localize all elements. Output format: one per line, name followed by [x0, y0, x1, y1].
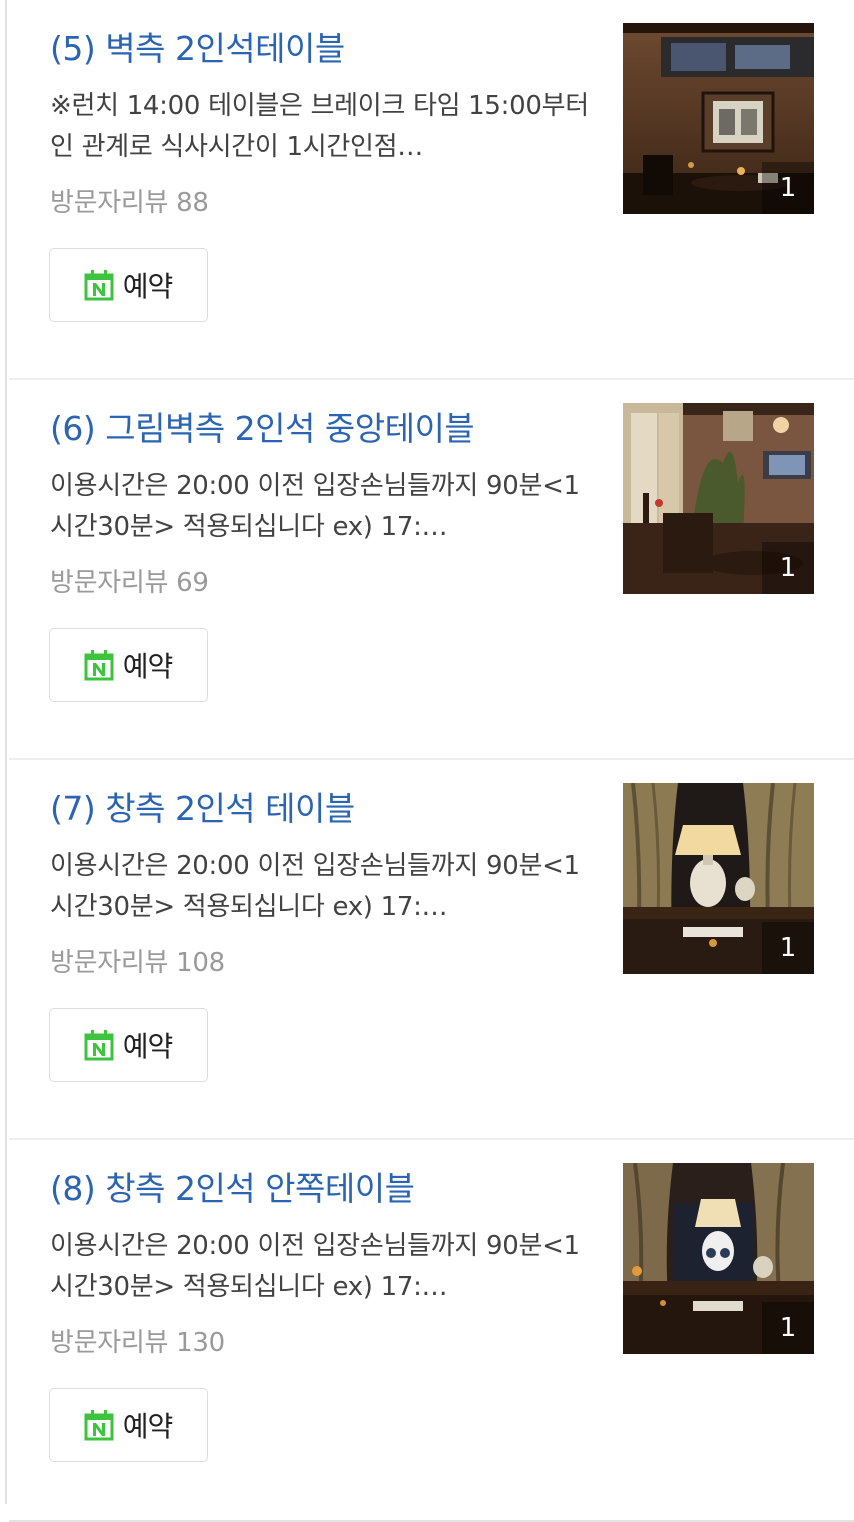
- list-item: (8) 창측 2인석 안쪽테이블 이용시간은 20:00 이전 입장손님들까지 …: [9, 1140, 854, 1522]
- photo-count: 1: [762, 542, 814, 594]
- item-title[interactable]: (7) 창측 2인석 테이블: [50, 786, 590, 832]
- item-title[interactable]: (6) 그림벽측 2인석 중앙테이블: [50, 406, 590, 452]
- item-description: 이용시간은 20:00 이전 입장손님들까지 90분<1시간30분> 적용되십니…: [50, 851, 580, 922]
- reserve-label: 예약: [122, 1030, 174, 1063]
- list-item: (5) 벽측 2인석테이블 ※런치 14:00 테이블은 브레이크 타임 15:…: [9, 0, 854, 380]
- item-description: 이용시간은 20:00 이전 입장손님들까지 90분<1시간30분> 적용되십니…: [50, 471, 580, 542]
- review-count: 69: [176, 568, 209, 598]
- reserve-button[interactable]: 예약: [49, 1388, 208, 1462]
- visitor-review: 방문자리뷰 108: [50, 945, 225, 981]
- list-item: (7) 창측 2인석 테이블 이용시간은 20:00 이전 입장손님들까지 90…: [9, 760, 854, 1140]
- reserve-button[interactable]: 예약: [49, 628, 208, 702]
- naver-booking-calendar-icon: [83, 1029, 115, 1061]
- photo-count: 1: [762, 162, 814, 214]
- naver-booking-calendar-icon: [83, 1409, 115, 1441]
- item-description: ※런치 14:00 테이블은 브레이크 타임 15:00부터인 관계로 식사시간…: [50, 91, 589, 162]
- naver-booking-calendar-icon: [83, 649, 115, 681]
- review-count: 108: [176, 948, 225, 978]
- item-title[interactable]: (8) 창측 2인석 안쪽테이블: [50, 1166, 590, 1212]
- left-border: [0, 0, 7, 1504]
- item-photo[interactable]: 1: [623, 23, 814, 214]
- list-item: (6) 그림벽측 2인석 중앙테이블 이용시간은 20:00 이전 입장손님들까…: [9, 380, 854, 760]
- item-photo[interactable]: 1: [623, 1163, 814, 1354]
- reserve-label: 예약: [122, 270, 174, 303]
- photo-count: 1: [762, 922, 814, 974]
- review-count: 88: [176, 188, 209, 218]
- photo-count: 1: [762, 1302, 814, 1354]
- review-label: 방문자리뷰: [50, 1328, 169, 1358]
- reserve-label: 예약: [122, 1410, 174, 1443]
- reserve-label: 예약: [122, 650, 174, 683]
- item-photo[interactable]: 1: [623, 783, 814, 974]
- item-title[interactable]: (5) 벽측 2인석테이블: [50, 26, 590, 72]
- reserve-button[interactable]: 예약: [49, 248, 208, 322]
- review-label: 방문자리뷰: [50, 948, 169, 978]
- item-photo[interactable]: 1: [623, 403, 814, 594]
- review-label: 방문자리뷰: [50, 188, 169, 218]
- visitor-review: 방문자리뷰 130: [50, 1325, 225, 1361]
- review-label: 방문자리뷰: [50, 568, 169, 598]
- table-option-list: (5) 벽측 2인석테이블 ※런치 14:00 테이블은 브레이크 타임 15:…: [9, 0, 854, 1522]
- naver-booking-calendar-icon: [83, 269, 115, 301]
- item-description: 이용시간은 20:00 이전 입장손님들까지 90분<1시간30분> 적용되십니…: [50, 1231, 580, 1302]
- visitor-review: 방문자리뷰 88: [50, 185, 209, 221]
- reserve-button[interactable]: 예약: [49, 1008, 208, 1082]
- review-count: 130: [176, 1328, 225, 1358]
- visitor-review: 방문자리뷰 69: [50, 565, 209, 601]
